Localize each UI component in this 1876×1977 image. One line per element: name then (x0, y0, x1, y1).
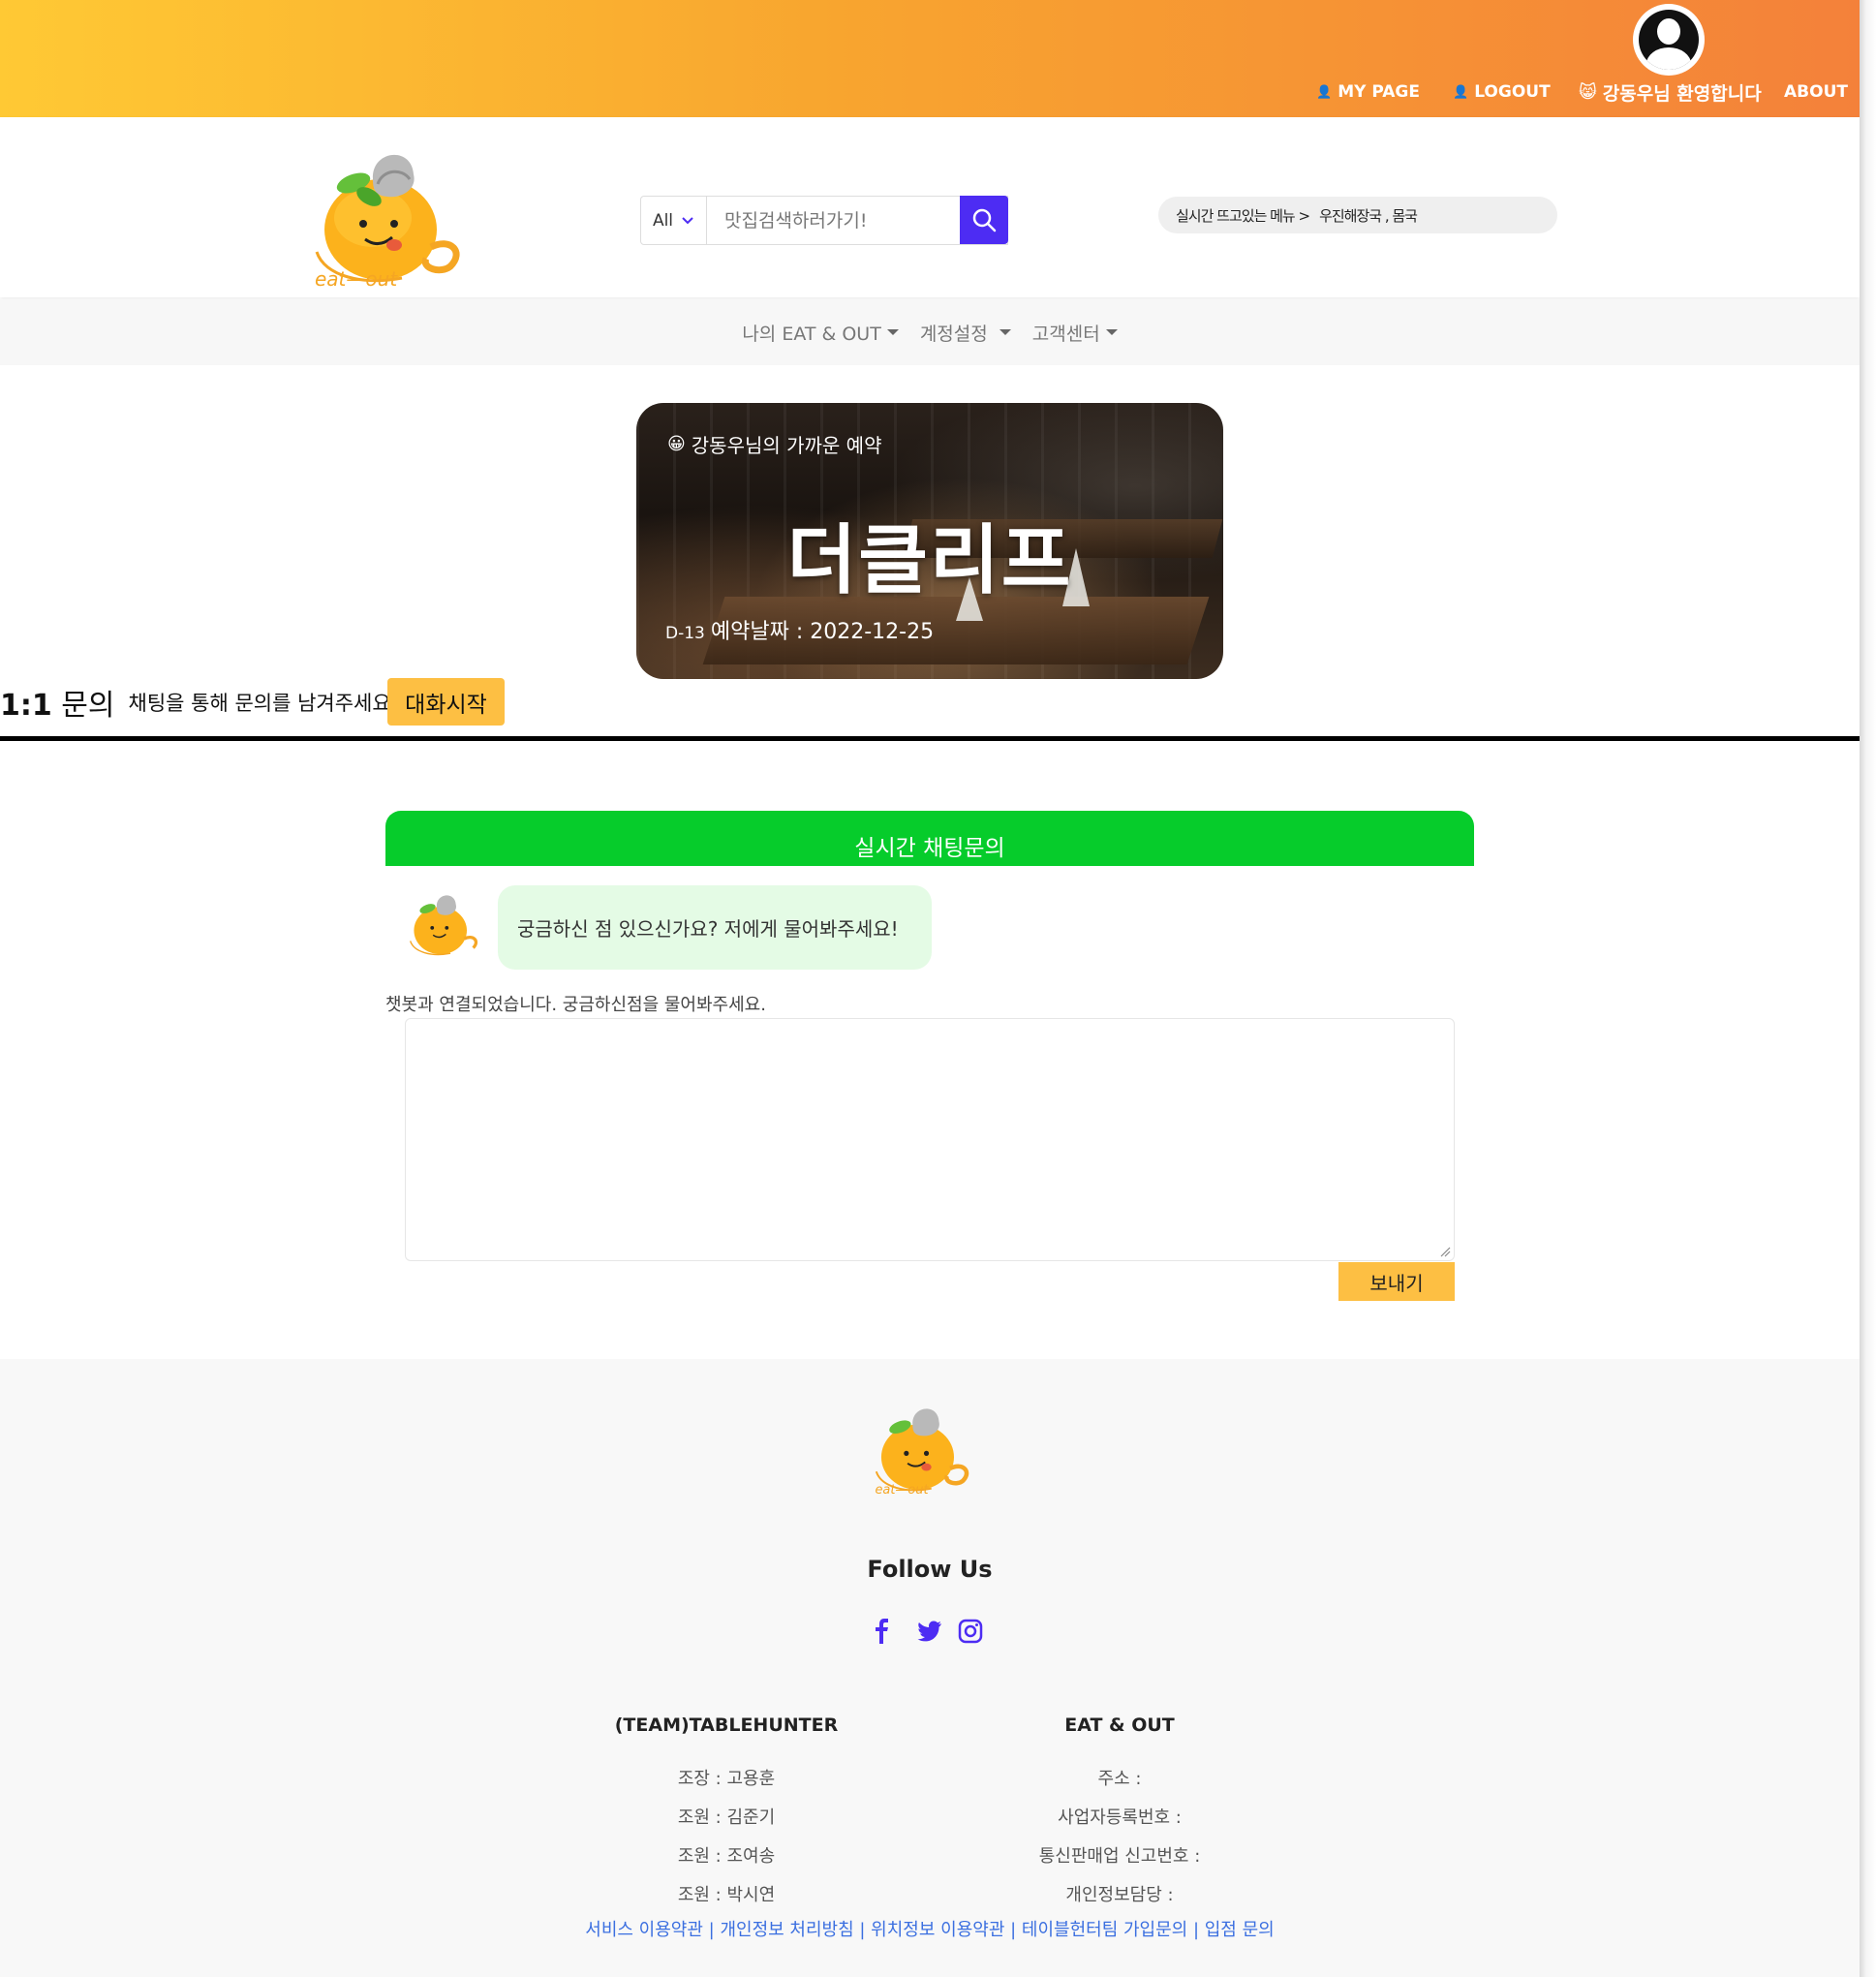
person-icon: 👤 (1453, 84, 1469, 100)
store-entry-inquiry-link[interactable]: 입점 문의 (1205, 1920, 1275, 1940)
follow-us-title: Follow Us (867, 1556, 993, 1583)
smile-emoji-icon: 😀 (667, 434, 686, 454)
page: 👤 MY PAGE 👤 LOGOUT 😸 강동우님 환영합니다 ABOUT ea… (0, 0, 1860, 1977)
reservation-card[interactable]: 😀 강동우님의 가까운 예약 더클리프 D-13 예약날짜 : 2022-12-2… (636, 403, 1223, 679)
reservation-restaurant: 더클리프 (786, 517, 1073, 604)
search-bar: All (640, 196, 1008, 245)
reservation-date: D-13 예약날짜 : 2022-12-25 (665, 614, 934, 645)
send-button[interactable]: 보내기 (1338, 1262, 1455, 1301)
welcome-label: 강동우님 환영합니다 (1602, 82, 1762, 105)
welcome-message: 😸 강동우님 환영합니다 (1579, 80, 1762, 105)
footer-company-row: 개인정보담당 : (1065, 1885, 1174, 1905)
instagram-link[interactable] (955, 1616, 986, 1647)
nav-my-eat-out[interactable]: 나의 EAT & OUT (742, 320, 899, 346)
window-edge (1860, 0, 1876, 1977)
twitter-link[interactable] (914, 1616, 945, 1647)
chevron-down-icon (682, 216, 693, 224)
trending-items: 우진해장국 , 몸국 (1319, 206, 1418, 225)
search-input[interactable] (709, 197, 1000, 244)
facebook-link[interactable] (867, 1616, 898, 1647)
my-page-link[interactable]: 👤 MY PAGE (1316, 80, 1420, 104)
footer-company-row: 통신판매업 신고번호 : (1038, 1846, 1201, 1867)
bot-message: 궁금하신 점 있으신가요? 저에게 물어봐주세요! (498, 885, 932, 970)
trending-label: 실시간 뜨고있는 메뉴 > (1176, 206, 1310, 225)
footer-company-row: 주소 : (1097, 1769, 1142, 1789)
facebook-icon (876, 1619, 888, 1644)
trending-menu[interactable]: 실시간 뜨고있는 메뉴 > 우진해장국 , 몸국 (1158, 197, 1557, 233)
privacy-policy-link[interactable]: 개인정보 처리방침 (720, 1920, 853, 1940)
search-icon (972, 208, 997, 232)
team-join-inquiry-link[interactable]: 테이블헌터팀 가입문의 (1022, 1920, 1187, 1940)
reservation-label: 😀 강동우님의 가까운 예약 (667, 430, 881, 458)
top-bar: 👤 MY PAGE 👤 LOGOUT 😸 강동우님 환영합니다 ABOUT (0, 0, 1860, 117)
chat-status: 챗봇과 연결되었습니다. 궁금하신점을 물어봐주세요. (385, 995, 766, 1015)
search-category-value: All (652, 210, 674, 231)
person-icon: 👤 (1316, 84, 1333, 100)
reservation-date-text: 예약날짜 : 2022-12-25 (710, 620, 935, 644)
terms-of-service-link[interactable]: 서비스 이용약관 (585, 1920, 703, 1940)
about-label: ABOUT (1784, 82, 1848, 102)
logout-link[interactable]: 👤 LOGOUT (1453, 80, 1551, 104)
footer-team-row: 조원 : 김준기 (677, 1807, 776, 1828)
start-chat-button[interactable]: 대화시작 (387, 678, 505, 726)
resize-handle-icon[interactable] (1439, 1246, 1451, 1257)
footer-logo: eat—out (875, 1408, 969, 1498)
sub-nav: 나의 EAT & OUT 계정설정 고객센터 (0, 299, 1860, 365)
search-button[interactable] (960, 196, 1008, 244)
search-category-select[interactable]: All (641, 197, 707, 244)
caret-down-icon (999, 329, 1011, 335)
footer-team-row: 조장 : 고용훈 (677, 1769, 776, 1789)
my-page-label: MY PAGE (1338, 82, 1420, 102)
instagram-icon (958, 1619, 983, 1644)
inquiry-title: 1:1 문의 (0, 681, 115, 724)
footer-team-title: (TEAM)TABLEHUNTER (614, 1714, 839, 1736)
nav-customer-center[interactable]: 고객센터 (1032, 320, 1118, 346)
footer-company-title: EAT & OUT (1064, 1714, 1175, 1736)
inquiry-description: 채팅을 통해 문의를 남겨주세요. (128, 692, 398, 715)
nav-my-eat-out-label: 나의 EAT & OUT (742, 323, 881, 345)
inquiry-heading: 1:1 문의 채팅을 통해 문의를 남겨주세요. (0, 678, 397, 726)
logout-label: LOGOUT (1474, 82, 1551, 102)
inquiry-title-rest: 문의 (61, 689, 115, 723)
user-icon (1639, 10, 1699, 70)
footer-links: 서비스 이용약관 | 개인정보 처리방침 | 위치정보 이용약관 | 테이블헌터… (585, 1920, 1275, 1940)
location-terms-link[interactable]: 위치정보 이용약관 (871, 1920, 1004, 1940)
footer-team-row: 조원 : 조여송 (677, 1846, 776, 1867)
eat-out-logo[interactable]: eat—out (305, 140, 470, 295)
footer-team-row: 조원 : 박시연 (677, 1885, 776, 1905)
caret-down-icon (886, 329, 899, 335)
divider (0, 736, 1860, 741)
nav-account-settings-label: 계정설정 (919, 323, 988, 345)
about-link[interactable]: ABOUT (1784, 80, 1848, 104)
reservation-label-text: 강동우님의 가까운 예약 (691, 434, 882, 457)
cat-emoji-icon: 😸 (1579, 81, 1597, 103)
inquiry-title-bold: 1:1 (0, 689, 52, 723)
caret-down-icon (1105, 329, 1118, 335)
footer-company-row: 사업자등록번호 : (1058, 1807, 1182, 1828)
chatbot-avatar (409, 895, 478, 956)
svg-text:eat—out: eat—out (315, 267, 398, 291)
reservation-dday: D-13 (665, 624, 705, 643)
chat-message-input[interactable] (405, 1018, 1455, 1261)
chat-header: 실시간 채팅문의 (385, 811, 1474, 866)
twitter-icon (917, 1621, 941, 1642)
nav-account-settings[interactable]: 계정설정 (920, 320, 1011, 346)
avatar[interactable] (1633, 4, 1705, 76)
nav-customer-center-label: 고객센터 (1031, 323, 1100, 345)
svg-text:eat—out: eat—out (875, 1483, 929, 1498)
